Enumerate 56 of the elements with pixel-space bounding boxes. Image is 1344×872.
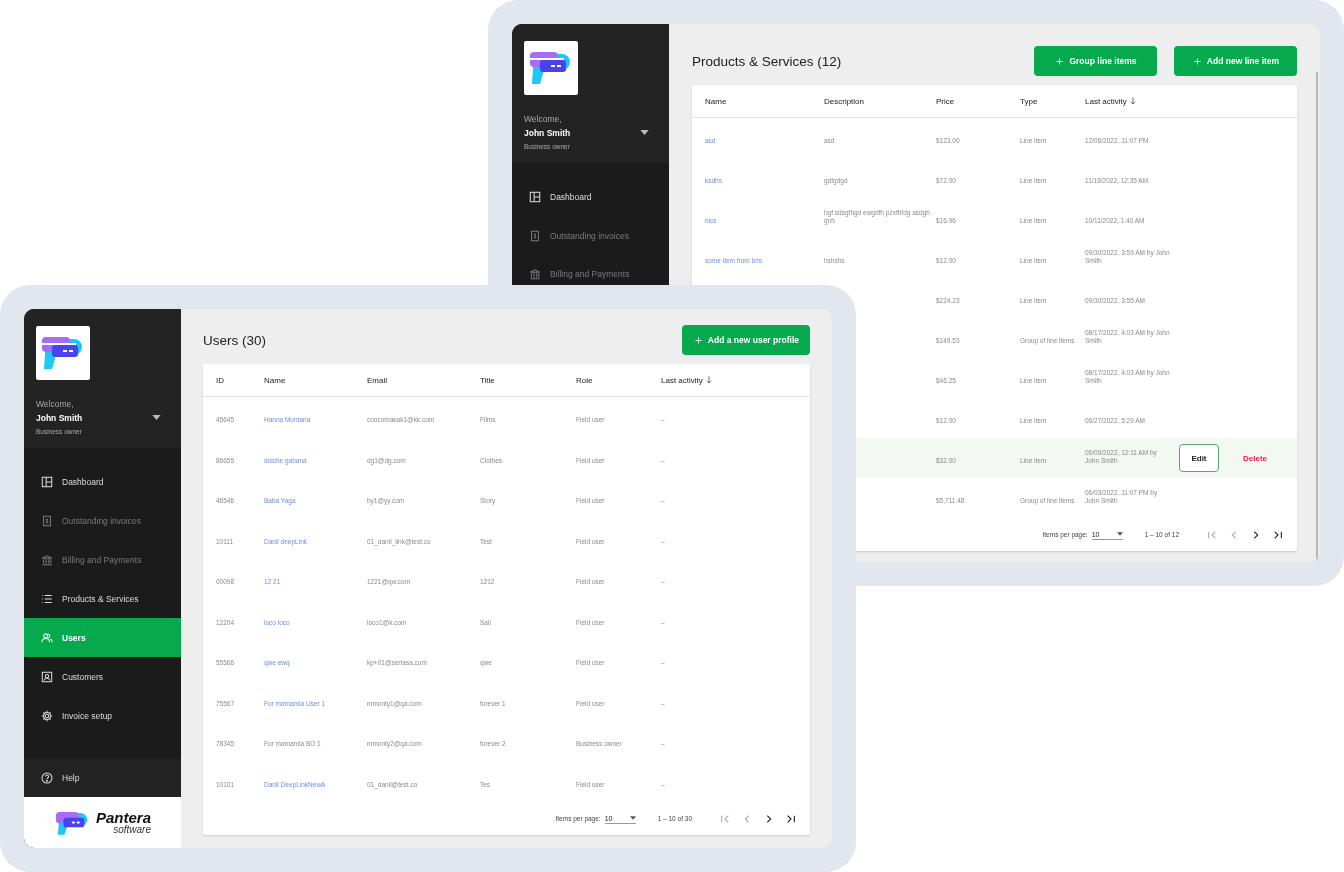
plus-icon [1193, 57, 1201, 65]
column-header[interactable]: Last activity [1085, 96, 1177, 106]
brand-tagline: software [113, 825, 151, 835]
bank-icon [529, 268, 541, 280]
page-title: Users (30) [203, 332, 266, 348]
add-button[interactable]: Add a new user profile [681, 325, 810, 355]
column-header[interactable]: ID [216, 375, 264, 385]
receipt-icon [41, 514, 53, 527]
add-button[interactable]: Group line items [1034, 46, 1157, 76]
plus-icon [694, 336, 702, 344]
column-header[interactable]: Price [936, 96, 1020, 106]
delete-button[interactable]: Delete [1237, 453, 1273, 463]
welcome-text: Welcome, [36, 398, 75, 411]
last-page-icon[interactable] [786, 813, 796, 824]
users-icon [41, 631, 53, 644]
contact-card-icon [41, 670, 53, 683]
menu-item[interactable]: Dashboard [24, 462, 181, 501]
bank-icon [41, 553, 53, 566]
menu-item[interactable]: Products & Services [24, 579, 181, 618]
column-header[interactable]: Email [367, 375, 480, 385]
caret-icon [1116, 532, 1123, 536]
edit-button[interactable]: Edit [1179, 444, 1219, 472]
menu-item[interactable]: Invoice setup [24, 696, 181, 735]
user-name: John Smith [524, 127, 571, 140]
next-page-icon[interactable] [764, 813, 774, 824]
column-header[interactable]: Role [576, 375, 661, 385]
menu-item[interactable]: Users [24, 618, 181, 657]
help-icon [41, 771, 53, 784]
column-header[interactable]: Name [705, 96, 824, 106]
user-name: John Smith [36, 412, 83, 425]
caret-icon[interactable] [152, 415, 161, 420]
column-header[interactable]: Last activity [661, 375, 810, 385]
list-icon [41, 592, 53, 605]
column-header[interactable]: Type [1020, 96, 1085, 106]
receipt-icon [529, 229, 541, 242]
scrollbar[interactable] [1316, 72, 1318, 560]
app-logo [524, 41, 578, 95]
welcome-text: Welcome, [524, 113, 563, 126]
add-button[interactable]: Add new line item [1174, 46, 1297, 76]
page-title: Products & Services (12) [692, 53, 842, 69]
last-page-icon[interactable] [1273, 529, 1283, 540]
layout-icon [41, 475, 53, 488]
next-page-icon[interactable] [1251, 529, 1261, 540]
layout-icon [529, 190, 541, 203]
settings-icon [41, 709, 53, 722]
caret-icon[interactable] [640, 130, 649, 135]
column-header[interactable]: Description [824, 96, 936, 106]
plus-icon [1056, 57, 1064, 65]
caret-icon [629, 816, 636, 820]
app-logo [36, 326, 90, 380]
brand-name: Pantera [96, 810, 151, 825]
menu-item[interactable]: Customers [24, 657, 181, 696]
column-header[interactable]: Name [264, 375, 367, 385]
help-item[interactable]: Help [24, 758, 181, 797]
menu-item[interactable]: Dashboard [512, 177, 669, 216]
column-header[interactable]: Title [480, 375, 576, 385]
